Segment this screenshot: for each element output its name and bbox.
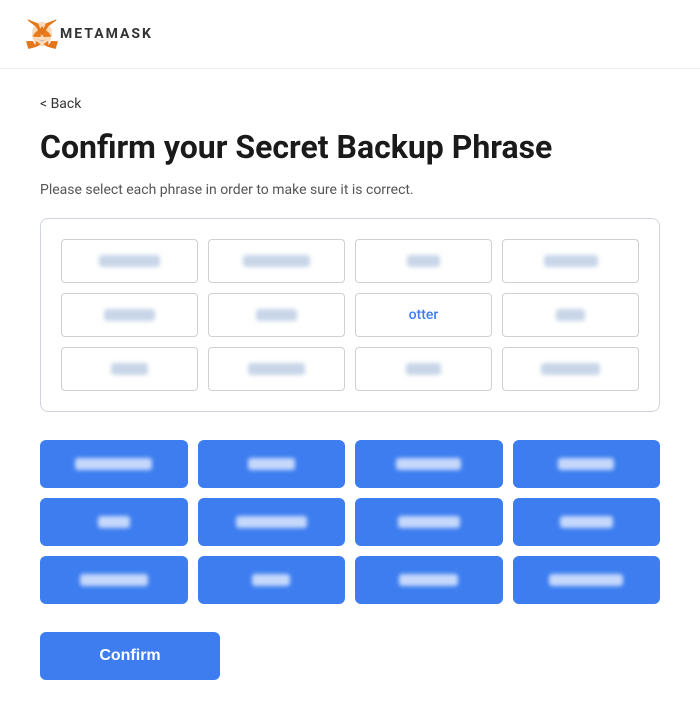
slot-blur-3 [407,255,441,267]
phrase-slot[interactable] [502,239,639,283]
phrase-drop-area: otter [40,218,660,412]
word-bank-btn-11[interactable] [355,556,503,604]
slot-blur-8 [556,309,586,321]
word-bank-btn-10[interactable] [198,556,346,604]
slot-blur-9 [111,363,149,375]
word-bank-btn-3[interactable] [355,440,503,488]
slot-blur-1 [99,255,160,267]
word-bank-btn-1[interactable] [40,440,188,488]
back-link[interactable]: < Back [40,96,81,112]
phrase-slot[interactable] [208,293,345,337]
subtitle: Please select each phrase in order to ma… [40,182,660,198]
word-bank-btn-7[interactable] [355,498,503,546]
main-content: < Back Confirm your Secret Backup Phrase… [0,69,700,704]
phrase-slot[interactable] [61,347,198,391]
phrase-slot[interactable] [208,239,345,283]
phrase-slot[interactable] [208,347,345,391]
phrase-grid: otter [61,239,639,391]
slot-blur-2 [243,255,311,267]
phrase-slot[interactable] [355,347,492,391]
phrase-slot[interactable] [502,347,639,391]
phrase-slot[interactable] [61,239,198,283]
word-bank-btn-9[interactable] [40,556,188,604]
word-bank-btn-4[interactable] [513,440,661,488]
word-bank [40,440,660,604]
metamask-logo-icon [24,16,60,52]
slot-blur-12 [541,363,600,375]
word-bank-btn-2[interactable] [198,440,346,488]
word-bank-btn-8[interactable] [513,498,661,546]
word-bank-btn-12[interactable] [513,556,661,604]
slot-blur-4 [544,255,598,267]
slot-blur-5 [104,309,155,321]
slot-word-otter: otter [409,307,439,323]
phrase-slot[interactable] [61,293,198,337]
word-bank-btn-5[interactable] [40,498,188,546]
page-title: Confirm your Secret Backup Phrase [40,128,660,166]
phrase-slot[interactable] [355,239,492,283]
logo-text: METAMASK [60,26,153,42]
slot-blur-10 [248,363,305,375]
slot-blur-6 [256,309,297,321]
slot-blur-11 [406,363,441,375]
word-bank-btn-6[interactable] [198,498,346,546]
header: METAMASK [0,0,700,69]
phrase-slot[interactable] [502,293,639,337]
phrase-slot-otter[interactable]: otter [355,293,492,337]
confirm-button[interactable]: Confirm [40,632,220,680]
